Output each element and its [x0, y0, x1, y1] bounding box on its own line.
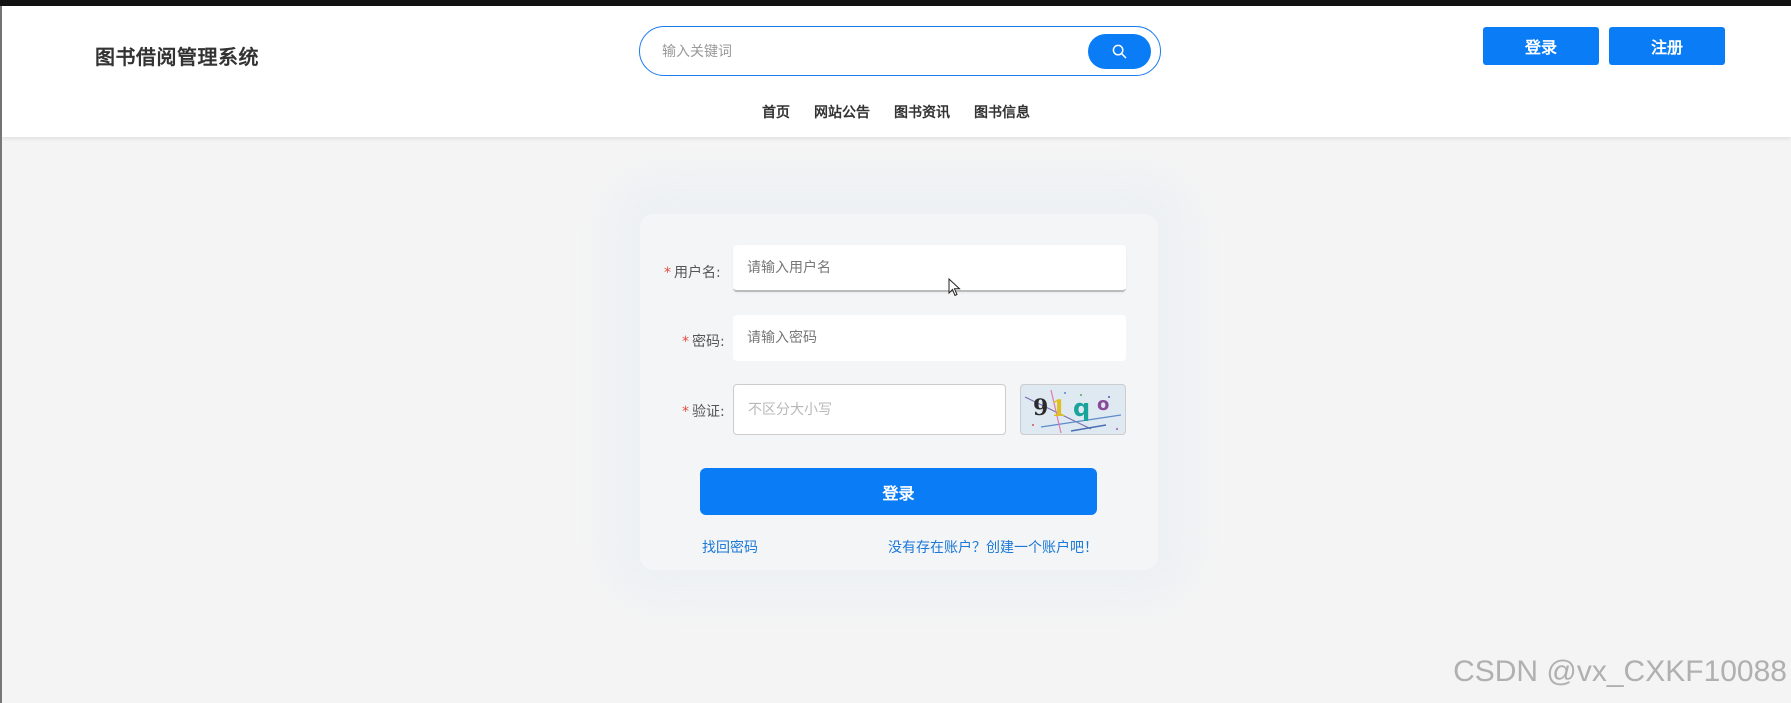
login-submit-button[interactable]: 登录 — [700, 468, 1097, 515]
search-box — [639, 26, 1161, 76]
captcha-graphic: 9 1 q o — [1024, 389, 1122, 434]
password-label: * 密码: — [682, 334, 725, 350]
forgot-password-link[interactable]: 找回密码 — [702, 537, 758, 557]
required-marker: * — [664, 265, 671, 281]
search-icon — [1112, 44, 1127, 59]
nav-item-announcements[interactable]: 网站公告 — [814, 102, 870, 122]
header-register-button[interactable]: 注册 — [1609, 27, 1725, 65]
create-account-link[interactable]: 没有存在账户？创建一个账户吧！ — [888, 537, 1098, 557]
captcha-image[interactable]: 9 1 q o — [1020, 384, 1126, 435]
main-nav: 首页 网站公告 图书资讯 图书信息 — [762, 102, 1030, 122]
captcha-char-2: 1 — [1051, 396, 1066, 422]
watermark: CSDN @vx_CXKF10088 — [1453, 655, 1787, 688]
site-title: 图书借阅管理系统 — [95, 45, 259, 69]
required-marker: * — [682, 404, 689, 420]
header-login-button[interactable]: 登录 — [1483, 27, 1599, 65]
required-marker: * — [682, 334, 689, 350]
search-button[interactable] — [1088, 34, 1151, 69]
nav-item-book-news[interactable]: 图书资讯 — [894, 102, 950, 122]
captcha-label: * 验证: — [682, 404, 725, 420]
search-input[interactable] — [660, 39, 1064, 65]
site-header: 图书借阅管理系统 登录 注册 首页 网站公告 图书资讯 图书信息 — [2, 6, 1791, 137]
username-input[interactable] — [733, 245, 1126, 292]
captcha-char-3: q — [1073, 394, 1090, 422]
captcha-char-1: 9 — [1033, 395, 1048, 421]
mouse-cursor-icon — [948, 278, 961, 297]
captcha-input[interactable] — [733, 384, 1006, 435]
captcha-char-4: o — [1097, 394, 1109, 415]
nav-item-book-info[interactable]: 图书信息 — [974, 102, 1030, 122]
password-input[interactable] — [733, 315, 1126, 361]
username-label: * 用户名: — [664, 265, 721, 281]
nav-item-home[interactable]: 首页 — [762, 102, 790, 122]
